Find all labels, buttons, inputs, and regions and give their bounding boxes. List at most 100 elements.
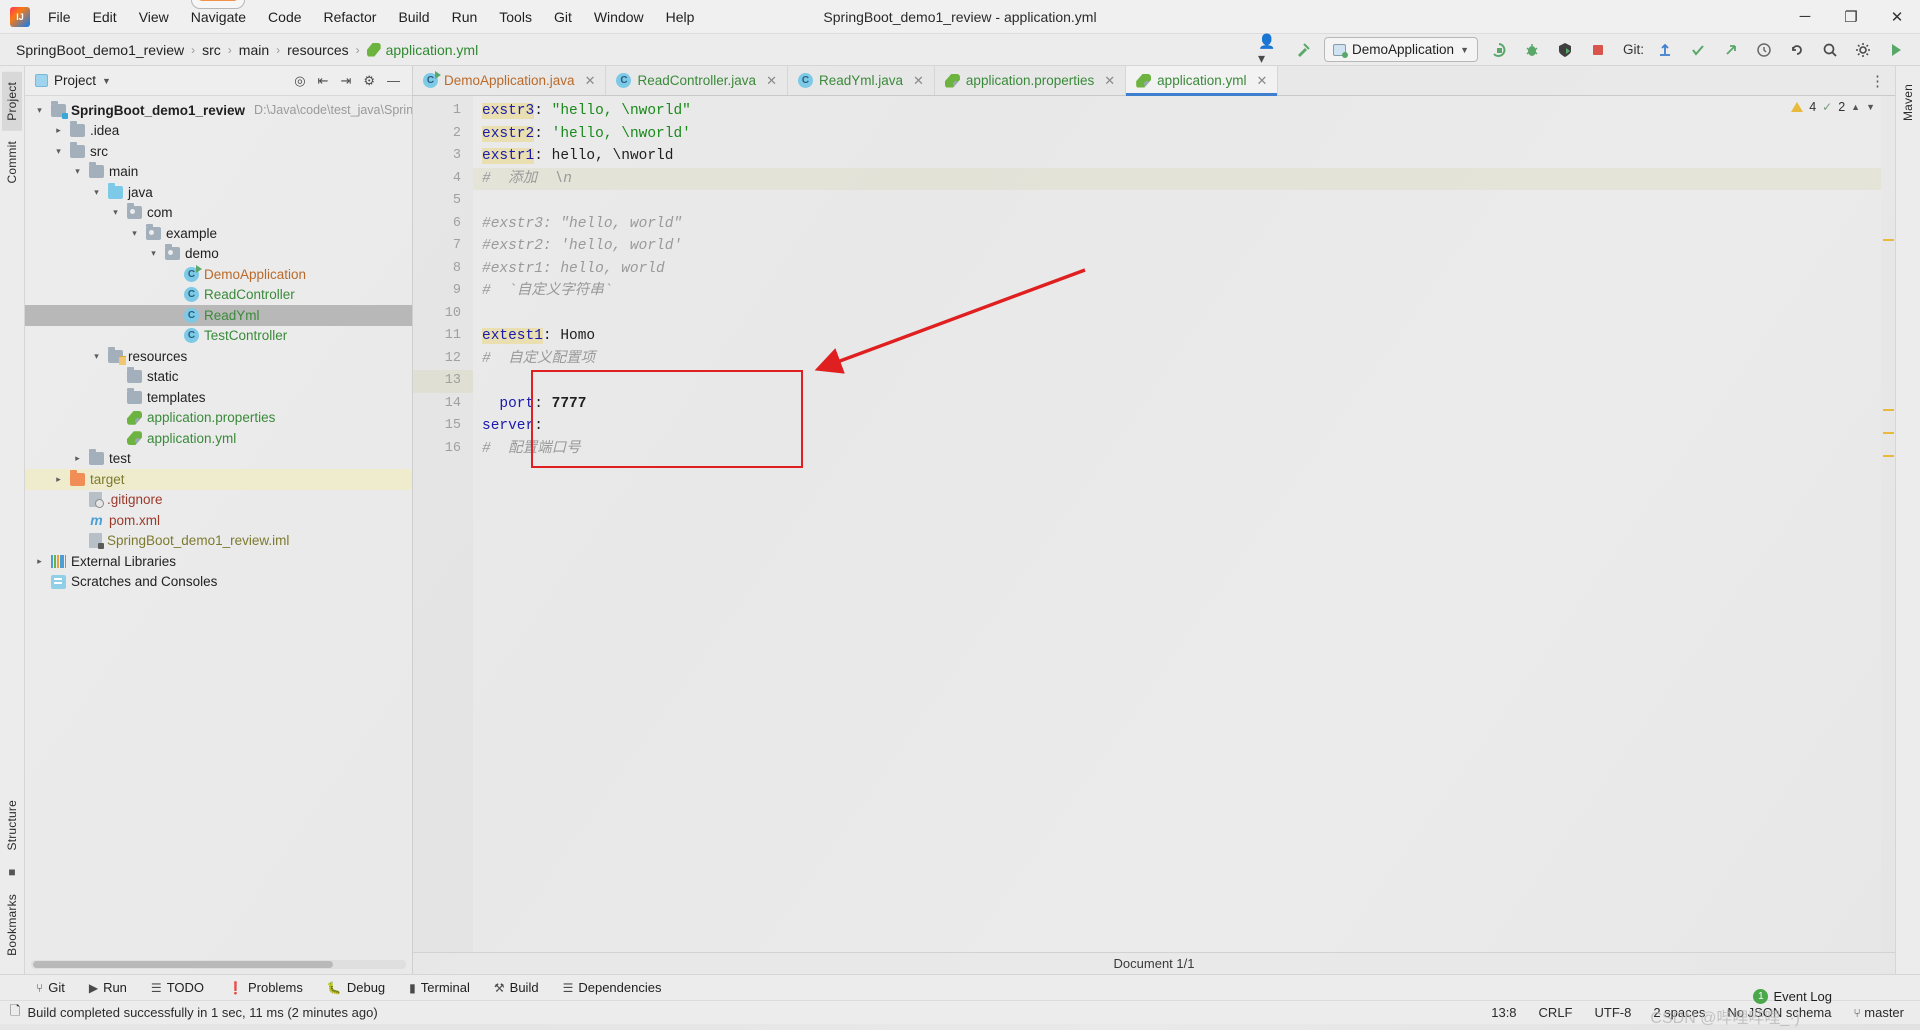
chevron-down-icon[interactable]: ▼: [1866, 102, 1875, 112]
menu-build[interactable]: Build: [388, 5, 439, 29]
line-number[interactable]: 16: [413, 438, 473, 461]
git-push-icon[interactable]: [1719, 38, 1743, 62]
tool-window-debug[interactable]: 🐛 Debug: [315, 978, 397, 997]
indent-setting[interactable]: 2 spaces: [1653, 1005, 1705, 1020]
chevron-right-icon[interactable]: ▸: [52, 474, 65, 485]
menu-help[interactable]: Help: [656, 5, 705, 29]
tool-window-terminal[interactable]: ▮ Terminal: [397, 978, 482, 997]
code-line[interactable]: # 添加 \n: [473, 167, 1881, 190]
caret-position[interactable]: 13:8: [1491, 1005, 1516, 1020]
tree-node-pom-xml[interactable]: m pom.xml: [25, 510, 412, 531]
project-tree[interactable]: ▾ SpringBoot_demo1_review D:\Java\code\tes…: [25, 96, 412, 960]
breadcrumb-file[interactable]: application.yml: [361, 40, 485, 60]
menu-tools[interactable]: Tools: [489, 5, 542, 29]
tree-node-idea[interactable]: ▸ .idea: [25, 121, 412, 142]
git-update-icon[interactable]: [1653, 38, 1677, 62]
editor-tab-readcontroller-java[interactable]: C ReadController.java ✕: [606, 66, 788, 95]
json-schema[interactable]: No JSON schema: [1727, 1005, 1831, 1020]
tree-node-java[interactable]: ▾ java: [25, 182, 412, 203]
chevron-up-icon[interactable]: ▲: [1851, 102, 1860, 112]
more-options-icon[interactable]: ⋮: [1870, 72, 1885, 90]
close-icon[interactable]: ✕: [766, 73, 777, 89]
tool-tab-commit[interactable]: Commit: [2, 131, 22, 194]
tool-window-git[interactable]: ⑂ Git: [24, 978, 77, 997]
line-number[interactable]: 2: [413, 123, 473, 146]
scroll-from-source-icon[interactable]: ◎: [294, 73, 305, 89]
chevron-down-icon[interactable]: ▾: [90, 351, 103, 362]
run-configuration-selector[interactable]: DemoApplication ▼: [1324, 37, 1478, 62]
inspection-widget[interactable]: 4 ✓ 2 ▲ ▼: [1791, 100, 1875, 114]
menu-window[interactable]: Window: [584, 5, 654, 29]
tree-node-gitignore[interactable]: .gitignore: [25, 490, 412, 511]
code-line[interactable]: extest1: Homo: [473, 325, 1881, 348]
tree-node-springboot-demo1-review-iml[interactable]: SpringBoot_demo1_review.iml: [25, 531, 412, 552]
editor-tab-readyml-java[interactable]: C ReadYml.java ✕: [788, 66, 935, 95]
line-number-gutter[interactable]: 1 2 3 4 5 6 7 8 9 10 11 12 13 14 15 16: [413, 96, 473, 952]
code-line[interactable]: # 自定义配置项: [473, 348, 1881, 371]
collapse-all-icon[interactable]: ⇥: [340, 73, 351, 89]
error-stripe-marker-bar[interactable]: [1881, 96, 1895, 952]
line-number[interactable]: 7: [413, 235, 473, 258]
code-editor[interactable]: exstr3: "hello, \nworld" exstr2: 'hello, …: [473, 96, 1881, 952]
chevron-down-icon[interactable]: ▾: [128, 228, 141, 239]
menu-code[interactable]: Code: [258, 5, 311, 29]
line-number[interactable]: 9: [413, 280, 473, 303]
rollback-icon[interactable]: [1785, 38, 1809, 62]
history-icon[interactable]: [1752, 38, 1776, 62]
warning-marker[interactable]: [1883, 432, 1894, 434]
menu-bar[interactable]: File Edit View Navigate Code Refactor Bu…: [38, 5, 704, 29]
tool-window-todo[interactable]: ☰ TODO: [139, 978, 216, 997]
chevron-right-icon[interactable]: ▸: [71, 453, 84, 464]
chevron-right-icon[interactable]: ▸: [52, 125, 65, 136]
tree-node-testcontroller[interactable]: C TestController: [25, 326, 412, 347]
code-line[interactable]: [473, 303, 1881, 326]
code-line[interactable]: exstr2: 'hello, \nworld': [473, 123, 1881, 146]
tree-node-readcontroller[interactable]: C ReadController: [25, 285, 412, 306]
close-icon[interactable]: ✕: [1256, 73, 1267, 89]
tool-window-build[interactable]: ⚒ Build: [482, 978, 551, 997]
git-commit-icon[interactable]: [1686, 38, 1710, 62]
tree-node-test[interactable]: ▸ test: [25, 449, 412, 470]
tree-node-target[interactable]: ▸ target: [25, 469, 412, 490]
tree-node-resources[interactable]: ▾ resources: [25, 346, 412, 367]
warning-marker[interactable]: [1883, 409, 1894, 411]
search-icon[interactable]: [1818, 38, 1842, 62]
stop-icon[interactable]: [1586, 38, 1610, 62]
line-number[interactable]: 10: [413, 303, 473, 326]
tool-tab-maven[interactable]: Maven: [1898, 74, 1918, 131]
code-line[interactable]: #exstr1: hello, world: [473, 258, 1881, 281]
breadcrumb-resources[interactable]: resources: [281, 40, 354, 60]
code-line[interactable]: exstr1: hello, \nworld: [473, 145, 1881, 168]
tool-tab-structure[interactable]: Structure: [2, 790, 22, 861]
close-icon[interactable]: ✕: [913, 73, 924, 89]
user-icon[interactable]: 👤▾: [1258, 33, 1282, 66]
maximize-button[interactable]: ❐: [1828, 0, 1874, 34]
editor-tab-application-yml[interactable]: application.yml ✕: [1126, 66, 1279, 96]
debug-icon[interactable]: [1520, 38, 1544, 62]
tree-node-example[interactable]: ▾ example: [25, 223, 412, 244]
tree-node-templates[interactable]: templates: [25, 387, 412, 408]
line-number[interactable]: 11: [413, 325, 473, 348]
tree-node-application-yml[interactable]: application.yml: [25, 428, 412, 449]
coverage-icon[interactable]: [1553, 38, 1577, 62]
line-number[interactable]: 15: [413, 415, 473, 438]
minimize-button[interactable]: ─: [1782, 0, 1828, 34]
tree-node-external-libraries[interactable]: ▸ External Libraries: [25, 551, 412, 572]
tool-window-dependencies[interactable]: ☰ Dependencies: [551, 978, 674, 997]
chevron-right-icon[interactable]: ▸: [33, 556, 46, 567]
menu-git[interactable]: Git: [544, 5, 582, 29]
tool-tab-project[interactable]: Project: [2, 72, 22, 131]
tree-node-demo[interactable]: ▾ demo: [25, 244, 412, 265]
breadcrumb-project[interactable]: SpringBoot_demo1_review: [10, 40, 190, 60]
gear-icon[interactable]: [1851, 38, 1875, 62]
code-line[interactable]: [473, 370, 1881, 393]
line-number[interactable]: 6: [413, 213, 473, 236]
line-separator[interactable]: CRLF: [1539, 1005, 1573, 1020]
code-line[interactable]: #exstr2: 'hello, world': [473, 235, 1881, 258]
chevron-down-icon[interactable]: ▾: [147, 248, 160, 259]
line-number[interactable]: 1: [413, 100, 473, 123]
code-line[interactable]: # `自定义字符串`: [473, 280, 1881, 303]
code-line[interactable]: port: 7777: [473, 393, 1881, 416]
chevron-down-icon[interactable]: ▾: [109, 207, 122, 218]
menu-refactor[interactable]: Refactor: [314, 5, 387, 29]
